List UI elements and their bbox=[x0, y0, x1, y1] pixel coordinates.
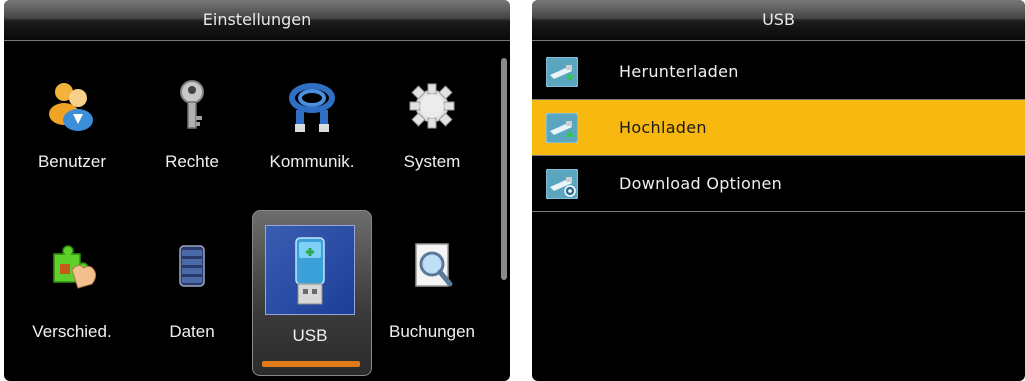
menu-item-label: Daten bbox=[169, 322, 215, 341]
magnifier-document-icon bbox=[402, 236, 462, 296]
menu-row-label: Download Optionen bbox=[619, 174, 783, 193]
menu-item-daten[interactable]: Daten bbox=[132, 200, 252, 350]
menu-row-label: Hochladen bbox=[619, 118, 707, 137]
menu-item-verschied[interactable]: Verschied. bbox=[12, 200, 132, 350]
settings-title-bar: Einstellungen bbox=[4, 0, 510, 41]
menu-item-buchungen[interactable]: Buchungen bbox=[372, 200, 492, 350]
usb-title: USB bbox=[762, 10, 795, 29]
usb-upload-icon bbox=[545, 112, 579, 144]
users-icon bbox=[42, 76, 102, 136]
network-cable-icon bbox=[282, 76, 342, 136]
menu-row-label: Herunterladen bbox=[619, 62, 739, 81]
menu-row-hochladen[interactable]: Hochladen bbox=[532, 100, 1025, 156]
usb-title-bar: USB bbox=[532, 0, 1025, 41]
menu-row-download-optionen[interactable]: Download Optionen bbox=[532, 156, 1025, 212]
usb-screen: USB Herunterladen Hochladen Download Opt… bbox=[532, 0, 1025, 381]
usb-settings-icon bbox=[545, 168, 579, 200]
menu-item-label: System bbox=[403, 152, 461, 171]
usb-download-icon bbox=[545, 56, 579, 88]
gear-icon bbox=[402, 76, 462, 136]
settings-title: Einstellungen bbox=[202, 10, 312, 29]
menu-item-label: Verschied. bbox=[32, 322, 112, 341]
menu-item-label: Kommunik. bbox=[269, 152, 355, 171]
menu-item-kommunik[interactable]: Kommunik. bbox=[252, 44, 372, 194]
key-icon bbox=[162, 76, 222, 136]
menu-item-label: Buchungen bbox=[388, 322, 476, 341]
menu-item-label: Benutzer bbox=[37, 152, 107, 171]
puzzle-hand-icon bbox=[42, 236, 102, 296]
menu-item-label: Rechte bbox=[165, 152, 219, 171]
menu-row-herunterladen[interactable]: Herunterladen bbox=[532, 44, 1025, 100]
selection-indicator-bar bbox=[262, 361, 360, 367]
menu-item-system[interactable]: System bbox=[372, 44, 492, 194]
menu-item-benutzer[interactable]: Benutzer bbox=[12, 44, 132, 194]
menu-item-label: USB bbox=[292, 326, 328, 345]
menu-item-usb[interactable]: USB bbox=[250, 209, 372, 376]
settings-screen: Einstellungen Benutzer Rechte Kommunik. … bbox=[4, 0, 510, 381]
menu-item-rechte[interactable]: Rechte bbox=[132, 44, 252, 194]
usb-stick-icon bbox=[265, 225, 355, 315]
database-icon bbox=[162, 236, 222, 296]
scrollbar[interactable] bbox=[501, 58, 507, 280]
